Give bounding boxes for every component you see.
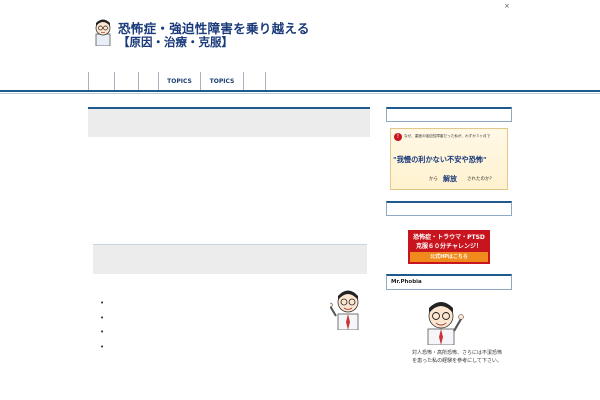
list-item: •: [100, 299, 105, 307]
doctor-illustration-icon: [330, 290, 359, 330]
banner2-line1: 恐怖症・トラウマ・PTSD: [413, 234, 485, 241]
obsession-release-banner[interactable]: ! なぜ、重度の強迫性障害だった私が、わずか３ヶ月で "我慢の利かない不安や恐怖…: [390, 128, 508, 190]
list-item: •: [100, 342, 105, 351]
site-logo[interactable]: 恐怖症・強迫性障害を乗り越える 【原因・治療・克服】: [92, 18, 309, 49]
nav-item-topics-2[interactable]: TOPICS: [200, 72, 243, 90]
banner-end-text: されたのか？: [467, 177, 494, 182]
nav-item-3[interactable]: [138, 72, 158, 90]
nav-item-topics-1[interactable]: TOPICS: [158, 72, 200, 90]
nav-divider: [0, 90, 600, 92]
main-nav: TOPICS TOPICS: [88, 72, 266, 90]
banner2-line2: 克服６０分チャレンジ！: [416, 243, 482, 250]
nav-item-6[interactable]: [243, 72, 266, 90]
alert-icon: !: [394, 133, 402, 141]
sidebar-widget-header-1: [386, 107, 512, 122]
banner-from-text: から: [429, 177, 438, 182]
official-site-button[interactable]: 公式HPはこちら: [410, 252, 488, 262]
close-icon[interactable]: ×: [504, 2, 510, 10]
bullet-list: • • • •: [100, 296, 104, 354]
list-item: •: [100, 313, 105, 322]
banner-main-text: "我慢の利かない不安や恐怖": [393, 155, 487, 164]
banner-top-text: なぜ、重度の強迫性障害だった私が、わずか３ヶ月で: [404, 134, 491, 138]
site-subtitle: 【原因・治療・克服】: [118, 35, 233, 49]
profile-description: 対人恐怖・高所恐怖、さらには不潔恐怖を患った私の経験を参考にして下さい。: [412, 350, 503, 364]
sidebar-widget-header-2: [386, 201, 512, 216]
ptsd-challenge-banner[interactable]: 恐怖症・トラウマ・PTSD 克服６０分チャレンジ！ 公式HPはこちら: [408, 230, 490, 264]
section-heading-box: [93, 244, 367, 274]
list-item: •: [100, 328, 105, 336]
banner-release-text: 解放: [443, 175, 457, 183]
profile-title: Mr.Phobia: [391, 279, 422, 285]
nav-item-1[interactable]: [88, 72, 114, 90]
doctor-face-icon: [95, 19, 111, 46]
article-title-box: [88, 107, 370, 137]
nav-divider-light: [0, 93, 600, 94]
mr-phobia-avatar: [427, 302, 464, 345]
profile-widget-header: Mr.Phobia: [386, 274, 512, 290]
nav-item-2[interactable]: [114, 72, 138, 90]
